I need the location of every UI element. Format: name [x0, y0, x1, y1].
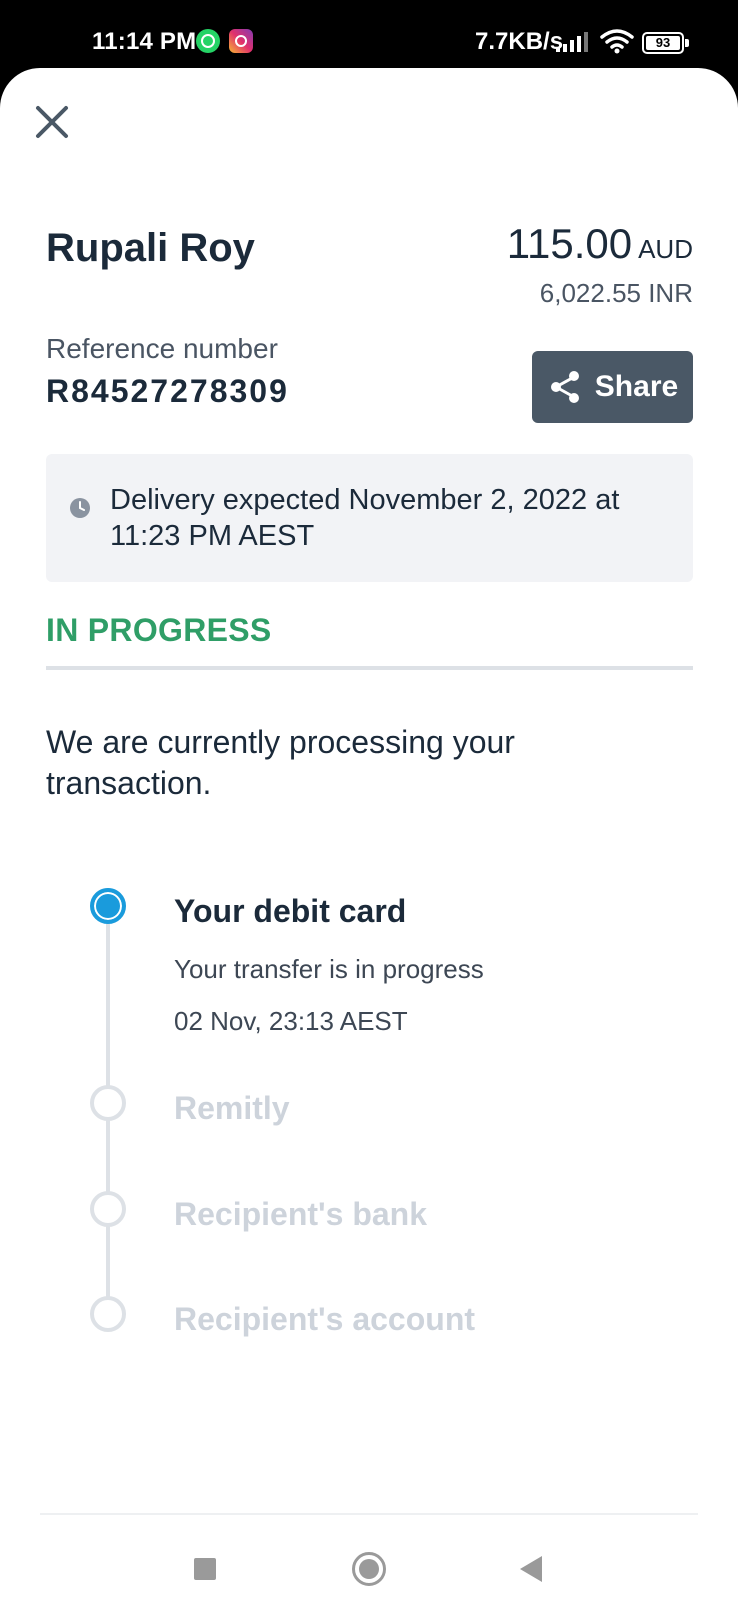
share-label: Share [594, 370, 679, 403]
reference-label: Reference number [46, 333, 278, 364]
clock-icon [70, 498, 90, 518]
step-dot-recipient-bank [90, 1191, 126, 1227]
reference-number: R84527278309 [46, 373, 289, 409]
nav-divider [40, 1513, 698, 1515]
step-title-remitly: Remitly [174, 1090, 290, 1126]
signal-icon [556, 32, 588, 52]
battery-level: 93 [646, 36, 680, 50]
step-dot-debit-card [90, 888, 126, 924]
wifi-icon [600, 29, 634, 54]
whatsapp-icon [196, 29, 220, 53]
home-circle-icon[interactable] [352, 1552, 386, 1586]
step-title-debit-card: Your debit card [174, 893, 407, 929]
battery-icon: 93 [642, 32, 690, 54]
instagram-icon [229, 29, 253, 53]
share-button[interactable]: Share [532, 351, 693, 423]
status-time: 11:14 PM [92, 28, 197, 55]
share-icon [550, 371, 579, 403]
close-icon [36, 106, 68, 138]
close-button[interactable] [30, 100, 74, 144]
status-message: We are currently processing your transac… [46, 724, 515, 801]
status-bar: 11:14 PM 7.7KB/s 93 [0, 0, 738, 70]
status-divider [46, 666, 693, 670]
delivery-estimate: Delivery expected November 2, 2022 at 11… [46, 454, 693, 582]
step-dot-recipient-account [90, 1296, 126, 1332]
recents-square-icon[interactable] [194, 1558, 216, 1580]
amount-value: 115.00 [506, 220, 633, 267]
transfer-details-sheet: Rupali Roy 115.00 AUD 6,022.55 INR Refere… [0, 68, 738, 1600]
amount-currency: AUD [638, 234, 693, 264]
step-dot-remitly [90, 1085, 126, 1121]
recipient-name: Rupali Roy [46, 226, 255, 270]
back-triangle-icon[interactable] [520, 1556, 542, 1582]
step-title-recipient-bank: Recipient's bank [174, 1196, 428, 1232]
send-amount: 115.00 AUD [507, 220, 693, 268]
status-heading: IN PROGRESS [46, 612, 272, 648]
step-timestamp-debit-card: 02 Nov, 23:13 AEST [174, 1006, 408, 1036]
step-title-recipient-account: Recipient's account [174, 1301, 476, 1337]
network-speed: 7.7KB/s [475, 28, 564, 55]
delivery-text: Delivery expected November 2, 2022 at 11… [110, 484, 620, 552]
step-subtitle-debit-card: Your transfer is in progress [174, 954, 484, 984]
converted-amount: 6,022.55 INR [539, 278, 693, 308]
